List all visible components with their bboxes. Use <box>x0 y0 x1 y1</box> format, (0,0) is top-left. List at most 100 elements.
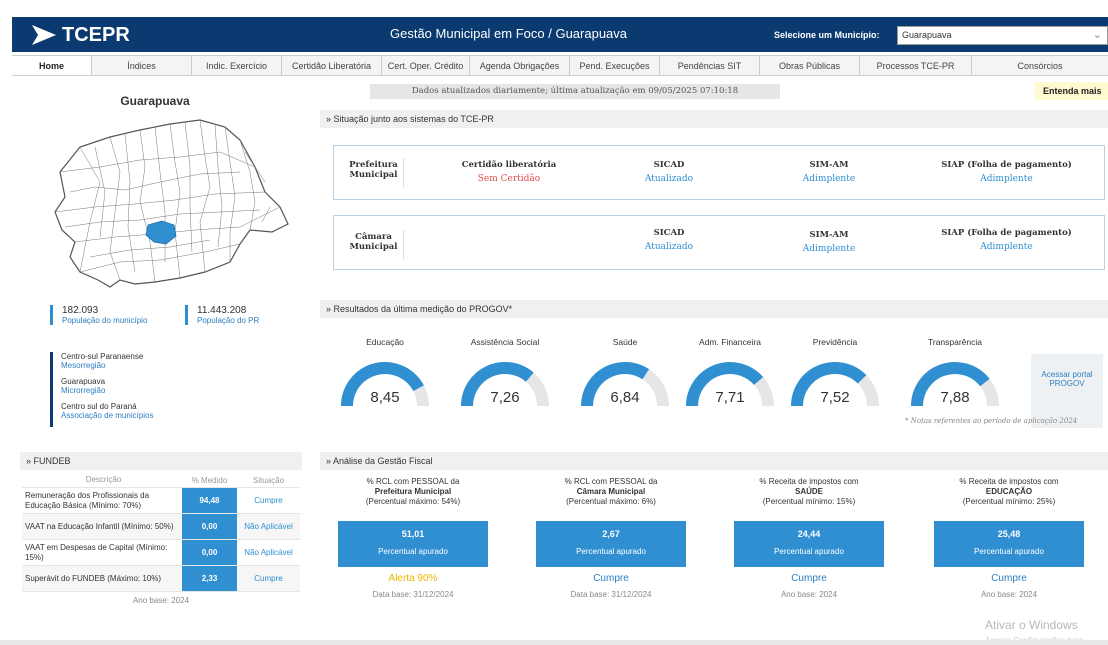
progov-gauge[interactable]: Assistência Social 7,26 <box>455 337 555 415</box>
prefeitura-siap-cell: SIAP (Folha de pagamento) Adimplente <box>924 160 1089 184</box>
municipio-select[interactable]: Guarapuava ⌄ <box>897 26 1108 45</box>
row-value: 0,00 <box>182 514 237 539</box>
card-value-box[interactable]: 51,01 Percentual apurado <box>338 521 488 567</box>
progov-gauge[interactable]: Saúde 6,84 <box>575 337 675 415</box>
card-base: Ano base: 2024 <box>980 590 1038 599</box>
card-line2: Prefeitura Municipal <box>374 487 452 496</box>
tcepr-logo[interactable]: TCEPR <box>30 21 140 49</box>
tab-home[interactable]: Home <box>12 56 92 75</box>
simam-status[interactable]: Adimplente <box>764 174 894 184</box>
tab-consorcios[interactable]: Consórcios <box>972 56 1108 75</box>
fundeb-section-title: » FUNDEB <box>20 452 302 470</box>
tab-obras-publicas[interactable]: Obras Públicas <box>760 56 860 75</box>
logo-text: TCEPR <box>62 23 130 46</box>
progov-gauge[interactable]: Adm. Financeira 7,71 <box>680 337 780 415</box>
progov-gauge[interactable]: Transparência 7,88 <box>905 337 1005 415</box>
tab-indices[interactable]: Índices <box>92 56 192 75</box>
card-line1: % RCL com PESSOAL da <box>564 477 658 486</box>
card-line2: Câmara Municipal <box>576 487 646 496</box>
gauge-value: 6,84 <box>610 389 640 406</box>
siap-status[interactable]: Adimplente <box>924 174 1089 184</box>
logo-mark-icon <box>32 25 56 45</box>
col-medido: % Medido <box>191 475 228 485</box>
fiscal-card-pessoal-prefeitura: % RCL com PESSOAL da Prefeitura Municipal… <box>338 477 488 612</box>
card-value-box[interactable]: 24,44 Percentual apurado <box>734 521 884 567</box>
tab-processos-tcepr[interactable]: Processos TCE-PR <box>860 56 972 75</box>
gauge-value: 8,45 <box>370 389 400 406</box>
tab-pend-execucoes[interactable]: Pend. Execuções <box>570 56 660 75</box>
row-status[interactable]: Cumpre <box>237 496 300 505</box>
simam-status[interactable]: Adimplente <box>764 244 894 254</box>
col-situacao: Situação <box>252 475 285 485</box>
meso-value: Centro-sul Paranaense <box>61 352 144 361</box>
card-value: 2,67 <box>602 529 620 539</box>
simam-label: SIM-AM <box>809 160 849 170</box>
card-value-box[interactable]: 2,67 Percentual apurado <box>536 521 686 567</box>
row-status[interactable]: Cumpre <box>237 574 300 583</box>
sicad-status[interactable]: Atualizado <box>604 242 734 252</box>
row-status[interactable]: Não Aplicável <box>237 548 300 557</box>
tab-cert-oper-credito[interactable]: Cert. Oper. Crédito <box>382 56 470 75</box>
card-base: Data base: 31/12/2024 <box>570 590 652 599</box>
camara-status-box: Câmara Municipal SICAD Atualizado SIM-AM… <box>333 215 1105 270</box>
card-value: 24,44 <box>797 529 821 539</box>
gauge-label: Adm. Financeira <box>699 337 761 347</box>
sicad-label: SICAD <box>653 228 685 238</box>
gauge-value: 7,26 <box>490 389 520 406</box>
card-status: Alerta 90% <box>388 573 438 584</box>
certidao-label: Certidão liberatória <box>461 160 557 170</box>
row-desc: VAAT na Educação Infantil (Mínimo: 50%) <box>25 521 174 531</box>
card-base: Ano base: 2024 <box>780 590 838 599</box>
row-value: 2,33 <box>182 566 237 591</box>
siap-label: SIAP (Folha de pagamento) <box>941 160 1072 170</box>
row-value: 94,48 <box>182 488 237 513</box>
gauge-label: Previdência <box>812 337 858 347</box>
prefeitura-sicad-cell: SICAD Atualizado <box>604 160 734 184</box>
tab-pendencias-sit[interactable]: Pendências SIT <box>660 56 760 75</box>
population-value: 182.093 <box>62 305 99 316</box>
fundeb-table: Descrição % Medido Situação Remuneração … <box>22 473 300 609</box>
situacao-section-title: » Situação junto aos sistemas do TCE-PR <box>320 110 1108 128</box>
municipio-select-value: Guarapuava <box>902 30 952 40</box>
meso-label: Mesorregião <box>61 361 106 370</box>
card-line2: EDUCAÇÃO <box>985 487 1033 496</box>
siap-status[interactable]: Adimplente <box>924 242 1089 252</box>
card-status: Cumpre <box>991 573 1027 584</box>
camara-entity: Câmara Municipal <box>344 230 404 260</box>
progov-gauge[interactable]: Educação 8,45 <box>335 337 435 415</box>
siap-label: SIAP (Folha de pagamento) <box>941 228 1072 238</box>
assoc-label: Associação de municípios <box>61 411 154 420</box>
fiscal-card-educacao: % Receita de impostos com EDUCAÇÃO (Percen… <box>934 477 1084 612</box>
fiscal-section-title: » Análise da Gestão Fiscal <box>320 452 1108 470</box>
prefeitura-simam-cell: SIM-AM Adimplente <box>764 160 894 184</box>
card-value-box[interactable]: 25,48 Percentual apurado <box>934 521 1084 567</box>
fiscal-card-pessoal-camara: % RCL com PESSOAL da Câmara Municipal (Per… <box>536 477 686 612</box>
card-line1: % Receita de impostos com <box>759 477 859 486</box>
tab-agenda-obrigacoes[interactable]: Agenda Obrigações <box>470 56 570 75</box>
entenda-mais-button[interactable]: Entenda mais <box>1035 82 1108 100</box>
assoc-value: Centro sul do Paraná <box>61 402 137 411</box>
parana-map <box>54 119 289 288</box>
progov-gauge[interactable]: Previdência 7,52 <box>785 337 885 415</box>
gauge-value: 7,71 <box>715 389 745 406</box>
fiscal-card-saude: % Receita de impostos com SAÚDE (Percentua… <box>734 477 884 612</box>
certidao-status[interactable]: Sem Certidão <box>434 174 584 184</box>
gauge-label: Assistência Social <box>470 337 540 347</box>
simam-label: SIM-AM <box>809 230 849 240</box>
table-row: Remuneração dos Profissionais da Educaçã… <box>22 487 300 513</box>
tab-indic-exercicio[interactable]: Indic. Exercício <box>192 56 282 75</box>
fundeb-header-row: Descrição % Medido Situação <box>22 473 300 487</box>
row-value: 0,00 <box>182 540 237 565</box>
card-sub: Percentual apurado <box>774 547 844 556</box>
card-line2: SAÚDE <box>794 487 823 496</box>
page-title: Gestão Municipal em Foco / Guarapuava <box>390 26 628 41</box>
gauge-value: 7,88 <box>940 389 970 406</box>
gauge-label: Transparência <box>927 337 983 347</box>
sicad-status[interactable]: Atualizado <box>604 174 734 184</box>
pr-population-label: População do PR <box>197 316 260 325</box>
row-status[interactable]: Não Aplicável <box>237 522 300 531</box>
table-row: VAAT na Educação Infantil (Mínimo: 50%) … <box>22 513 300 539</box>
top-bar: TCEPR Gestão Municipal em Foco / Guarapu… <box>12 17 1108 52</box>
prefeitura-status-box: Prefeitura Municipal Certidão liberatóri… <box>333 145 1105 200</box>
tab-certidao-liberatoria[interactable]: Certidão Liberatória <box>282 56 382 75</box>
